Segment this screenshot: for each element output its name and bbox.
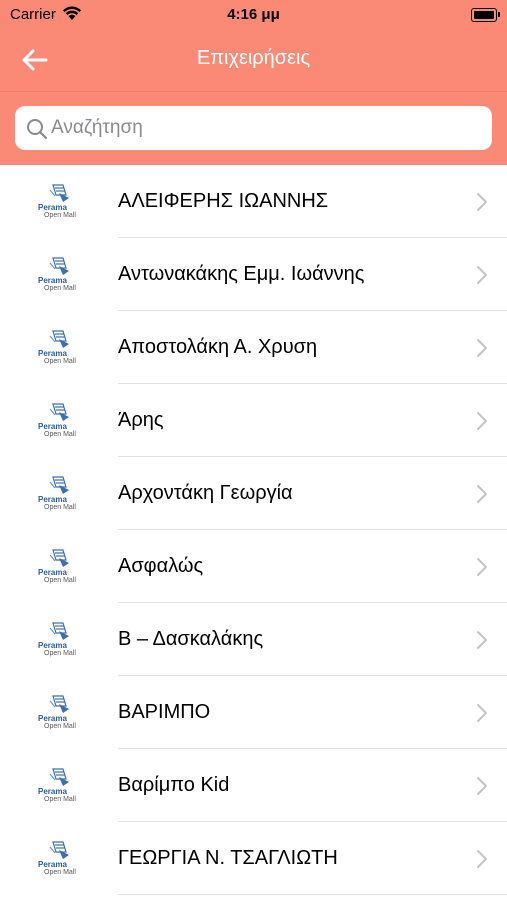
logo-text-perama: Perama xyxy=(38,714,67,723)
business-list-item[interactable]: Perama Open Mall Βαρίμπο Kid xyxy=(0,749,507,822)
business-list: Perama Open Mall ΑΛΕΙΦΕΡΗΣ ΙΩΑΝΝΗΣ Perama Op… xyxy=(0,165,507,895)
status-bar: Carrier 4:16 μμ xyxy=(0,0,507,30)
business-name: ΓΕΩΡΓΙΑ Ν. ΤΣΑΓΛΙΩΤΗ xyxy=(118,847,338,869)
business-list-item[interactable]: Perama Open Mall Αντωνακάκης Εμμ. Ιωάννης xyxy=(0,238,507,311)
logo-text-perama: Perama xyxy=(38,349,67,358)
logo-text-open-mall: Open Mall xyxy=(44,212,76,219)
logo-text-open-mall: Open Mall xyxy=(44,869,76,876)
search-icon xyxy=(27,119,48,140)
business-name: Βαρίμπο Kid xyxy=(118,774,230,796)
perama-open-mall-logo: Perama Open Mall xyxy=(36,401,84,441)
perama-open-mall-logo: Perama Open Mall xyxy=(36,839,84,879)
row-separator xyxy=(118,894,507,895)
chevron-right-icon xyxy=(477,485,487,503)
search-input[interactable] xyxy=(51,106,482,150)
nav-bar: Επιχειρήσεις xyxy=(0,30,507,90)
chevron-right-icon xyxy=(477,193,487,211)
business-name: Άρης xyxy=(118,409,164,431)
logo-text-open-mall: Open Mall xyxy=(44,796,76,803)
header: Carrier 4:16 μμ Επιχειρήσεις xyxy=(0,0,507,165)
chevron-right-icon xyxy=(477,704,487,722)
chevron-right-icon xyxy=(477,266,487,284)
battery-icon xyxy=(471,8,500,22)
business-name: Β – Δασκαλάκης xyxy=(118,628,264,650)
status-time: 4:16 μμ xyxy=(227,6,280,23)
logo-text-perama: Perama xyxy=(38,276,67,285)
logo-text-perama: Perama xyxy=(38,495,67,504)
business-list-item[interactable]: Perama Open Mall ΑΛΕΙΦΕΡΗΣ ΙΩΑΝΝΗΣ xyxy=(0,165,507,238)
perama-open-mall-logo: Perama Open Mall xyxy=(36,693,84,733)
business-list-item[interactable]: Perama Open Mall Β – Δασκαλάκης xyxy=(0,603,507,676)
chevron-right-icon xyxy=(477,850,487,868)
logo-text-open-mall: Open Mall xyxy=(44,285,76,292)
logo-text-open-mall: Open Mall xyxy=(44,431,76,438)
header-divider xyxy=(0,91,507,92)
logo-text-open-mall: Open Mall xyxy=(44,358,76,365)
logo-text-open-mall: Open Mall xyxy=(44,504,76,511)
chevron-right-icon xyxy=(477,339,487,357)
logo-text-perama: Perama xyxy=(38,203,67,212)
page-title: Επιχειρήσεις xyxy=(196,47,311,69)
logo-text-open-mall: Open Mall xyxy=(44,723,76,730)
chevron-right-icon xyxy=(477,558,487,576)
chevron-right-icon xyxy=(477,631,487,649)
business-list-item[interactable]: Perama Open Mall ΓΕΩΡΓΙΑ Ν. ΤΣΑΓΛΙΩΤΗ xyxy=(0,822,507,895)
chevron-right-icon xyxy=(477,412,487,430)
business-name: Αρχοντάκη Γεωργία xyxy=(118,482,293,504)
business-name: ΑΛΕΙΦΕΡΗΣ ΙΩΑΝΝΗΣ xyxy=(118,190,329,212)
business-name: Αντωνακάκης Εμμ. Ιωάννης xyxy=(118,263,365,285)
business-name: ΒΑΡΙΜΠΟ xyxy=(118,701,211,723)
perama-open-mall-logo: Perama Open Mall xyxy=(36,474,84,514)
business-list-item[interactable]: Perama Open Mall Αρχοντάκη Γεωργία xyxy=(0,457,507,530)
logo-text-open-mall: Open Mall xyxy=(44,650,76,657)
business-list-item[interactable]: Perama Open Mall Ασφαλώς xyxy=(0,530,507,603)
logo-text-perama: Perama xyxy=(38,860,67,869)
logo-text-perama: Perama xyxy=(38,568,67,577)
business-name: Αποστολάκη Α. Χρυση xyxy=(118,336,318,358)
search-bar[interactable] xyxy=(15,106,492,150)
chevron-right-icon xyxy=(477,777,487,795)
perama-open-mall-logo: Perama Open Mall xyxy=(36,255,84,295)
perama-open-mall-logo: Perama Open Mall xyxy=(36,766,84,806)
logo-text-open-mall: Open Mall xyxy=(44,577,76,584)
business-name: Ασφαλώς xyxy=(118,555,204,577)
business-list-item[interactable]: Perama Open Mall Αποστολάκη Α. Χρυση xyxy=(0,311,507,384)
perama-open-mall-logo: Perama Open Mall xyxy=(36,328,84,368)
perama-open-mall-logo: Perama Open Mall xyxy=(36,620,84,660)
perama-open-mall-logo: Perama Open Mall xyxy=(36,547,84,587)
logo-text-perama: Perama xyxy=(38,422,67,431)
business-list-item[interactable]: Perama Open Mall ΒΑΡΙΜΠΟ xyxy=(0,676,507,749)
logo-text-perama: Perama xyxy=(38,787,67,796)
business-list-item[interactable]: Perama Open Mall Άρης xyxy=(0,384,507,457)
logo-text-perama: Perama xyxy=(38,641,67,650)
perama-open-mall-logo: Perama Open Mall xyxy=(36,182,84,222)
